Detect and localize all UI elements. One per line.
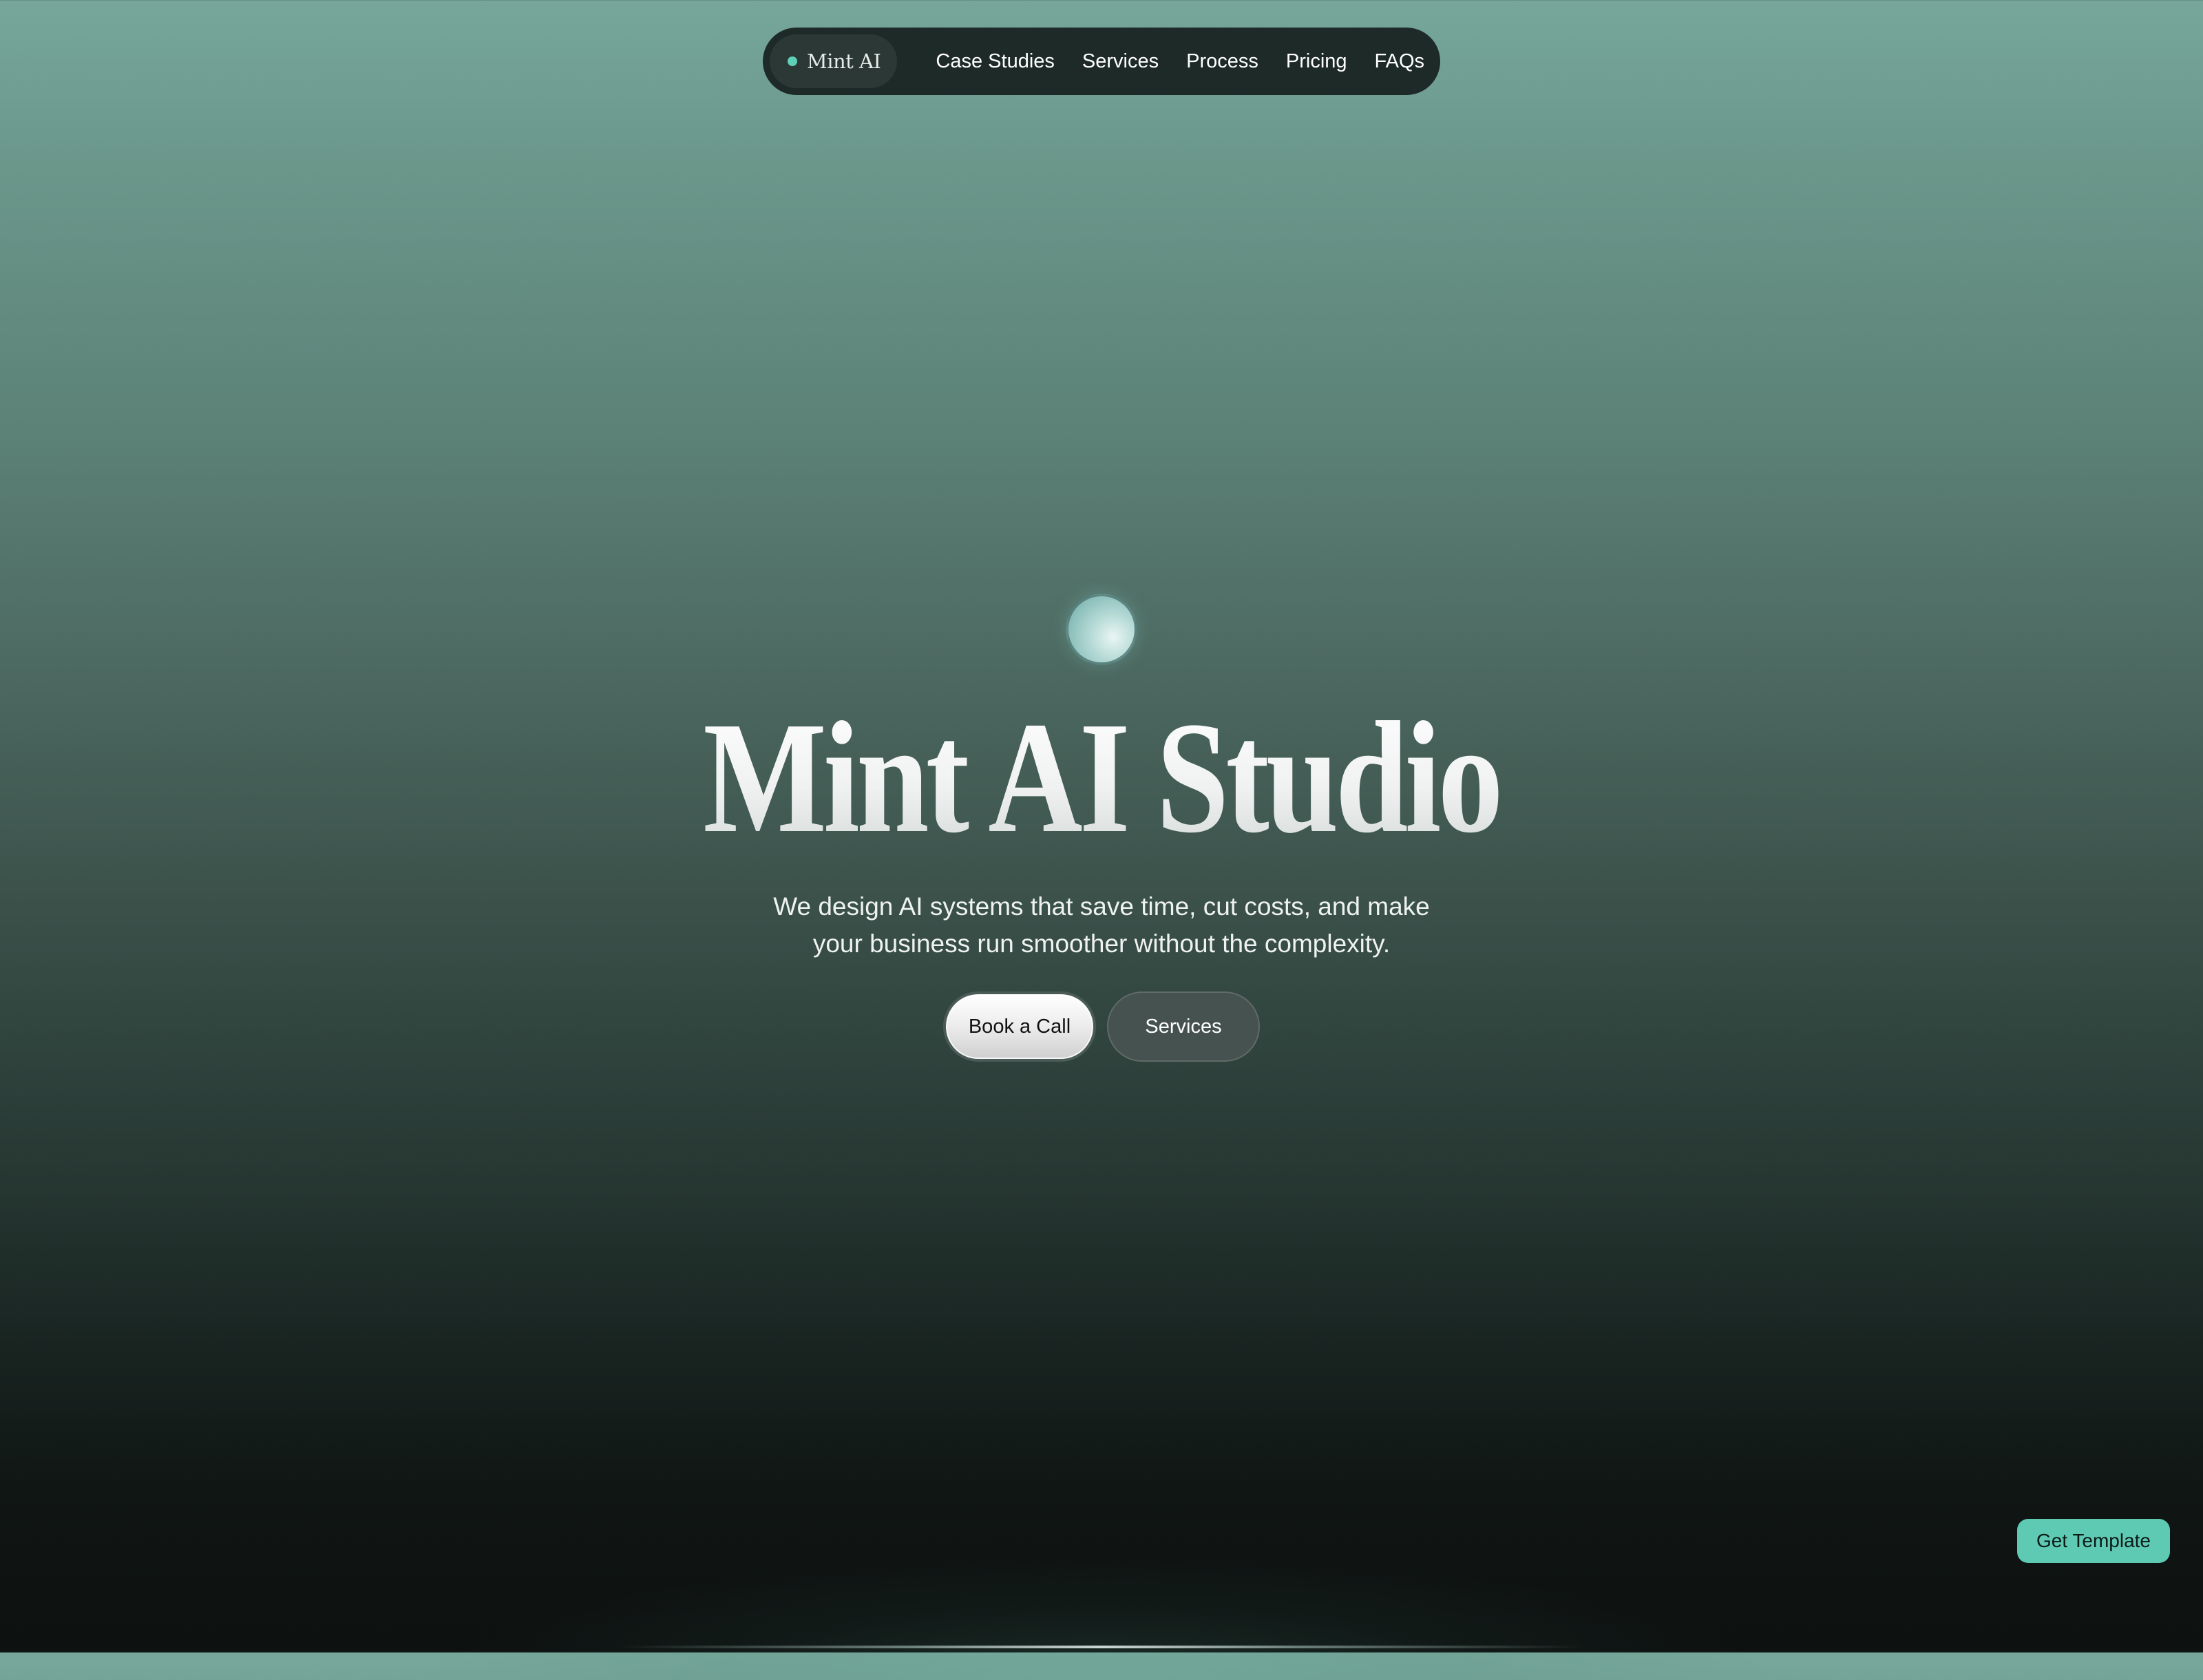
top-nav: Mint AI Case Studies Services Process Pr… xyxy=(763,28,1440,95)
brand-pill[interactable]: Mint AI xyxy=(770,34,898,88)
nav-link-case-studies[interactable]: Case Studies xyxy=(936,50,1055,73)
brand-name: Mint AI xyxy=(807,50,881,73)
nav-link-services[interactable]: Services xyxy=(1082,50,1159,73)
horizon-line xyxy=(620,1646,1583,1648)
book-a-call-button[interactable]: Book a Call xyxy=(943,991,1096,1062)
brand-dot-icon xyxy=(788,56,797,66)
nav-link-process[interactable]: Process xyxy=(1186,50,1258,73)
nav-link-faqs[interactable]: FAQs xyxy=(1375,50,1425,73)
bottom-glow xyxy=(413,1556,1790,1680)
hero-subtitle-line-1: We design AI systems that save time, cut… xyxy=(773,892,1430,921)
nav-links: Case Studies Services Process Pricing FA… xyxy=(936,50,1424,73)
get-template-button[interactable]: Get Template xyxy=(2017,1519,2170,1563)
hero-orb-icon xyxy=(1066,594,1137,665)
hero-subtitle: We design AI systems that save time, cut… xyxy=(744,888,1459,963)
nav-link-pricing[interactable]: Pricing xyxy=(1286,50,1347,73)
hero-title: Mint AI Studio xyxy=(198,689,2005,868)
hero-subtitle-line-2: your business run smoother without the c… xyxy=(812,930,1391,958)
services-button[interactable]: Services xyxy=(1107,991,1260,1062)
